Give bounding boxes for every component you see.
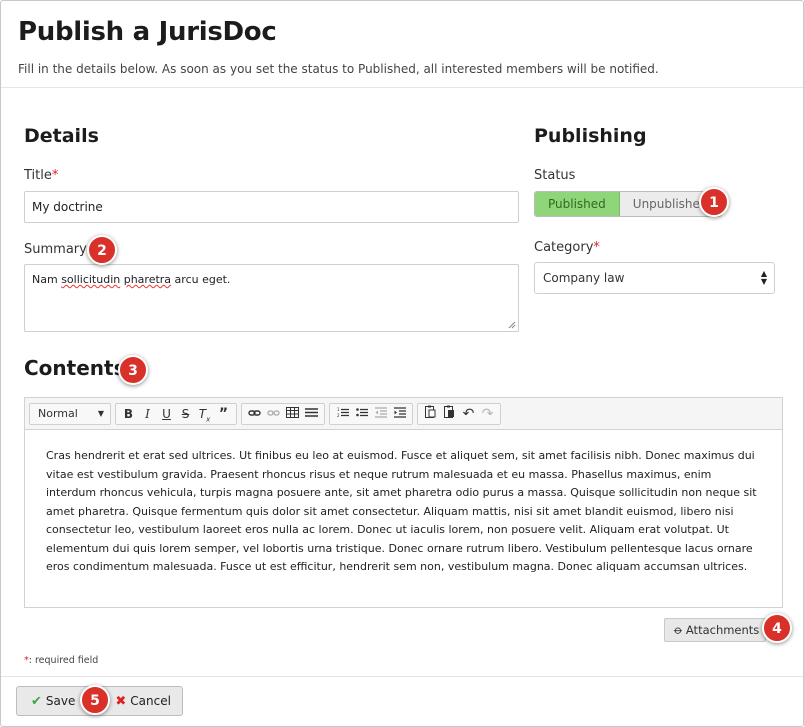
category-select[interactable]: Company law ▲ ▼ <box>534 262 775 294</box>
blockquote-icon[interactable]: ” <box>214 404 233 424</box>
annotation-badge-1: 1 <box>699 187 729 217</box>
category-label: Category* <box>534 240 600 255</box>
list-group: 12 <box>329 402 413 425</box>
title-label: Title* <box>24 168 59 183</box>
bold-icon[interactable]: B <box>119 404 138 424</box>
annotation-badge-2: 2 <box>87 235 117 265</box>
publish-dialog: Publish a JurisDoc Fill in the details b… <box>0 0 804 727</box>
format-group: Normal ▼ <box>29 402 111 425</box>
underline-icon[interactable]: U <box>157 404 176 424</box>
page-title: Publish a JurisDoc <box>18 17 277 47</box>
select-arrows-icon: ▲ ▼ <box>760 269 767 286</box>
required-asterisk: * <box>593 240 600 255</box>
contents-heading: Contents* <box>24 356 132 380</box>
table-icon[interactable] <box>283 404 302 424</box>
svg-text:1: 1 <box>337 407 340 412</box>
header-divider <box>1 87 803 88</box>
annotation-badge-3: 3 <box>118 355 148 385</box>
required-field-note: *: required field <box>24 655 99 666</box>
required-asterisk: * <box>51 168 59 183</box>
strikethrough-icon[interactable]: S <box>176 404 195 424</box>
format-select[interactable]: Normal ▼ <box>33 404 107 424</box>
clear-format-icon[interactable]: Tx <box>195 404 214 424</box>
close-icon: ✖ <box>115 693 127 709</box>
clipboard-group: ↶ ↷ <box>417 402 501 425</box>
attachments-button[interactable]: ⌀ Attachments <box>664 618 766 642</box>
italic-icon[interactable]: I <box>138 404 157 424</box>
redo-icon[interactable]: ↷ <box>478 404 497 424</box>
svg-text:2: 2 <box>337 413 340 418</box>
annotation-badge-5: 5 <box>80 685 110 715</box>
checkmark-icon: ✔ <box>31 693 42 709</box>
unlink-icon[interactable] <box>264 404 283 424</box>
bullet-list-icon[interactable] <box>352 404 371 424</box>
style-group: B I U S Tx ” <box>115 402 237 425</box>
dropdown-caret-icon: ▼ <box>97 408 104 418</box>
status-published-option[interactable]: Published <box>535 192 620 216</box>
page-subtitle: Fill in the details below. As soon as yo… <box>18 62 659 76</box>
save-button[interactable]: ✔ Save <box>17 694 75 709</box>
annotation-badge-4: 4 <box>762 613 792 643</box>
resize-grip-icon[interactable] <box>508 321 516 329</box>
rich-text-editor: Normal ▼ B I U S Tx ” 1 2 ↶ ↷ Cras hendr… <box>24 397 783 608</box>
indent-icon[interactable] <box>390 404 409 424</box>
publishing-heading: Publishing <box>534 125 647 147</box>
outdent-icon[interactable] <box>371 404 390 424</box>
paste-text-icon[interactable] <box>421 404 440 424</box>
editor-content[interactable]: Cras hendrerit et erat sed ultrices. Ut … <box>26 431 781 607</box>
editor-toolbar: Normal ▼ B I U S Tx ” 1 2 ↶ ↷ <box>25 398 782 430</box>
title-input[interactable]: My doctrine <box>24 191 519 223</box>
footer-divider <box>1 676 803 677</box>
horizontal-rule-icon[interactable] <box>302 404 321 424</box>
link-icon[interactable] <box>245 404 264 424</box>
summary-textarea[interactable]: Nam sollicitudin pharetra arcu eget. <box>24 264 519 332</box>
details-heading: Details <box>24 125 99 147</box>
status-label: Status <box>534 168 576 183</box>
summary-label: Summary <box>24 242 87 257</box>
numbered-list-icon[interactable]: 12 <box>333 404 352 424</box>
status-toggle: Published Unpublished <box>534 191 722 217</box>
insert-group <box>241 402 325 425</box>
undo-icon[interactable]: ↶ <box>459 404 478 424</box>
paste-word-icon[interactable] <box>440 404 459 424</box>
